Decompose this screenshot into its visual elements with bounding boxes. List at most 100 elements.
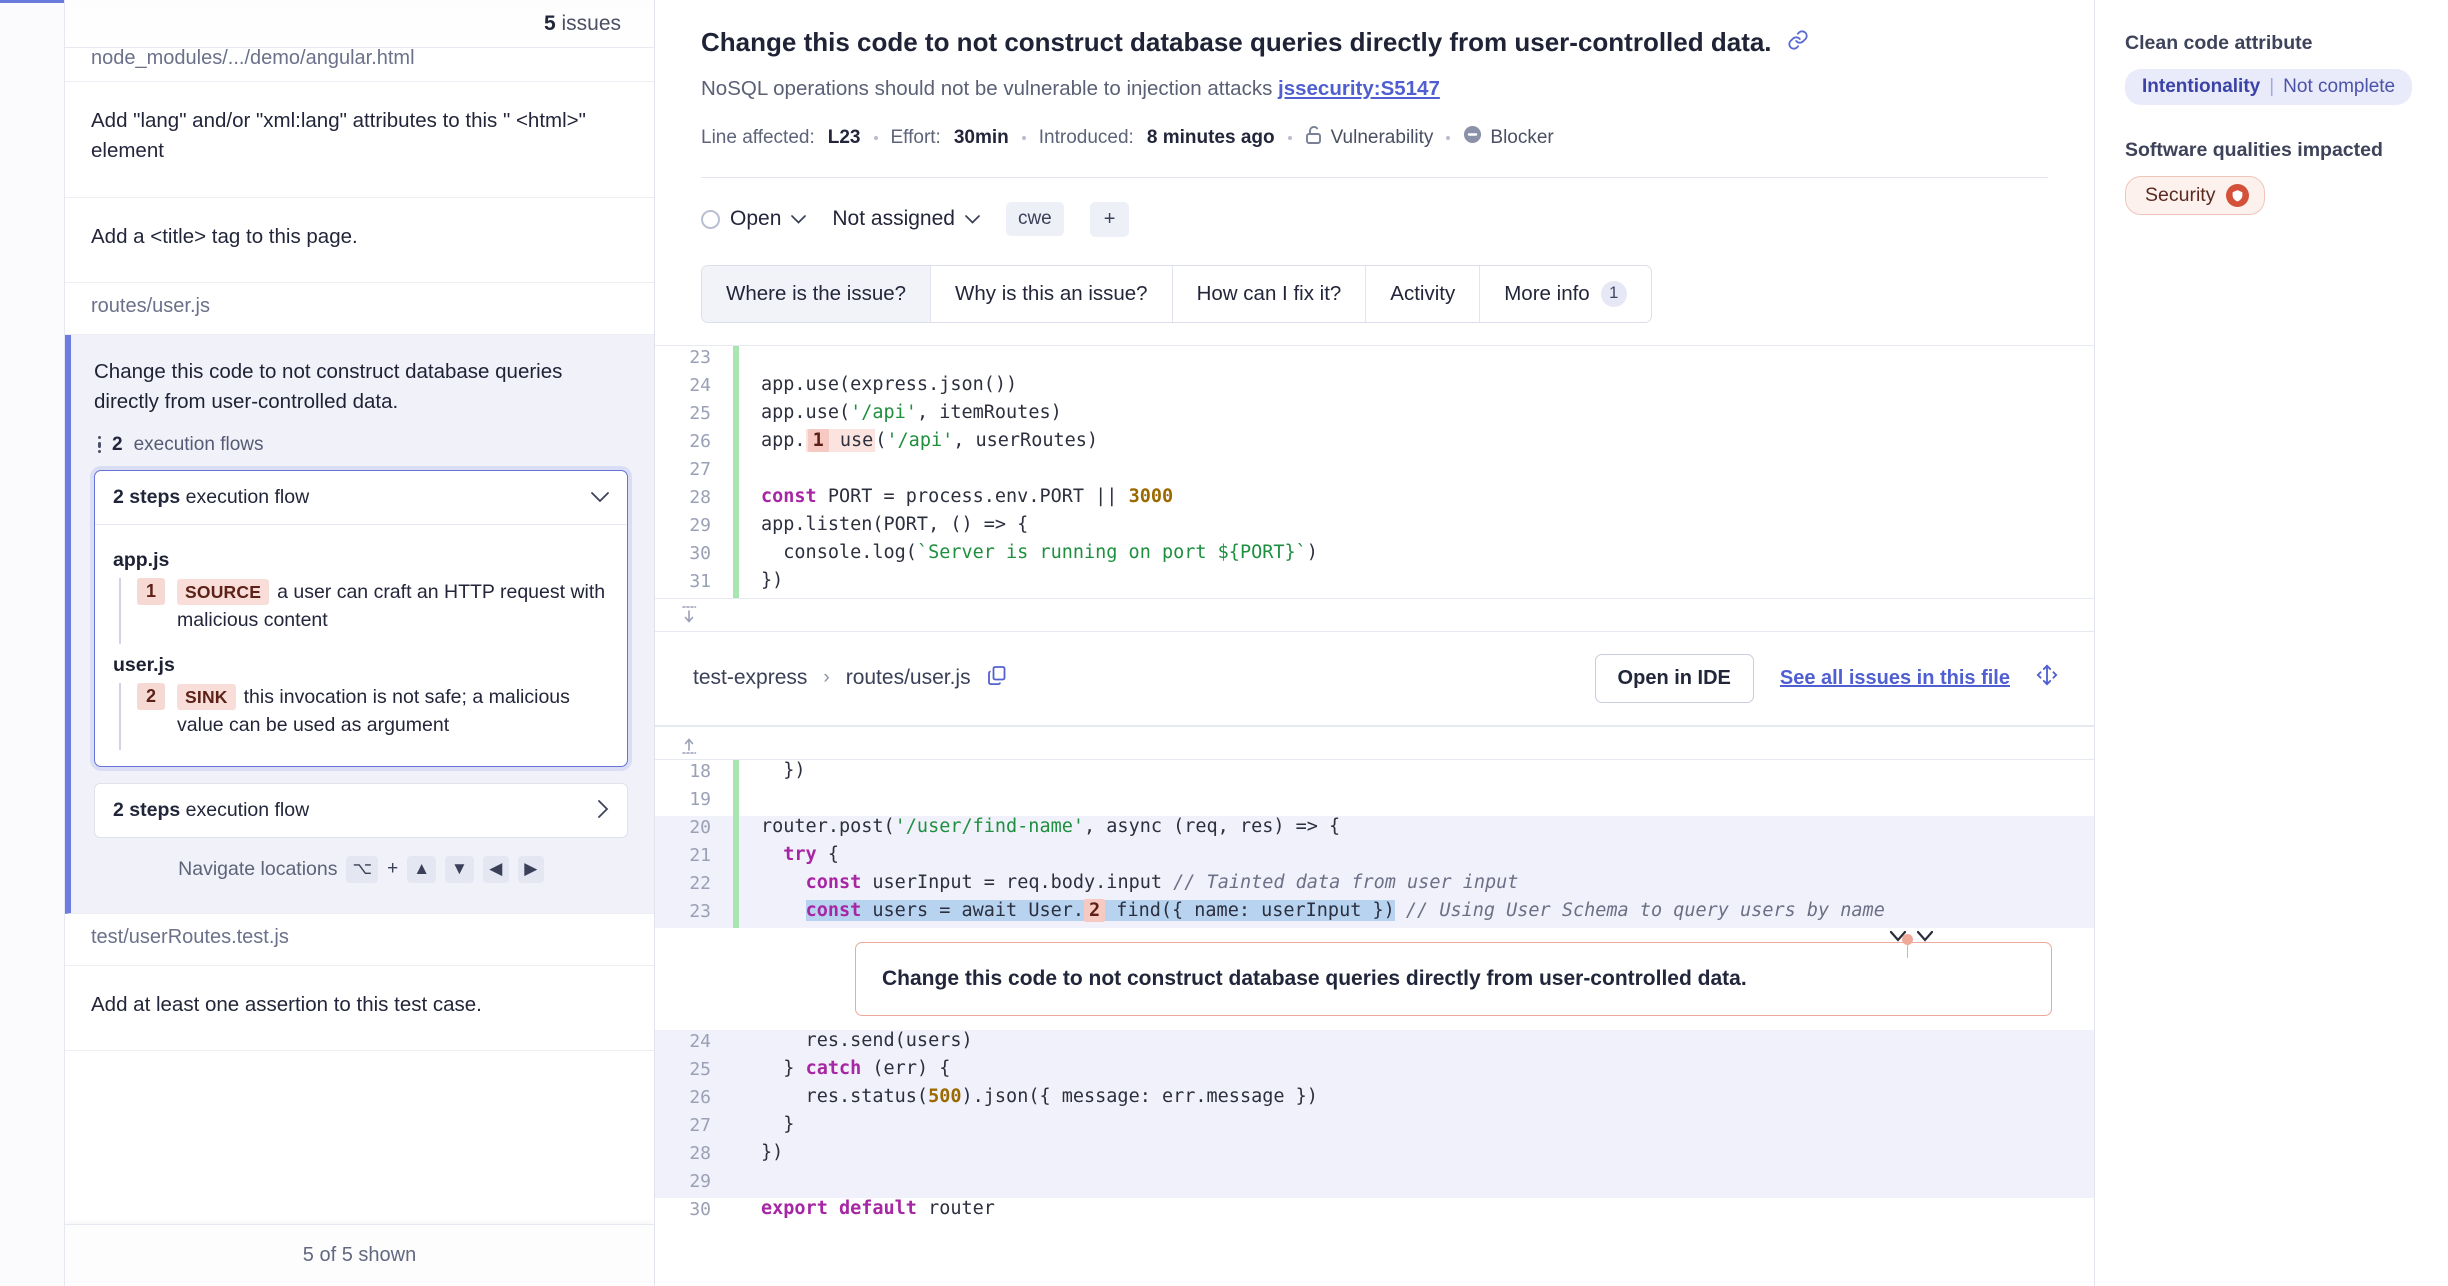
- expand-all-icon[interactable]: [2036, 664, 2058, 692]
- flow-label: execution flow: [185, 485, 310, 508]
- arrow-down-key[interactable]: ▼: [445, 855, 474, 883]
- see-all-issues-link[interactable]: See all issues in this file: [1780, 667, 2010, 690]
- issue-severity: Blocker: [1463, 125, 1554, 150]
- code-line-number: 23: [689, 346, 711, 368]
- code-line-content: }): [761, 1141, 784, 1163]
- code-line-number: 28: [689, 1142, 711, 1164]
- tag-chip-cwe[interactable]: cwe: [1005, 202, 1064, 237]
- file-header-actions: Open in IDE See all issues in this file: [1594, 653, 2058, 703]
- execution-flow-toggle-2[interactable]: 2 steps execution flow: [95, 784, 627, 837]
- issue-message: Add a <title> tag to this page.: [91, 224, 358, 248]
- chevron-down-icon: [591, 489, 609, 506]
- flow-step[interactable]: 2 SINK this invocation is not safe; a mal…: [119, 683, 609, 750]
- flow-steps-count: 2 steps: [113, 485, 181, 508]
- add-tag-button[interactable]: +: [1089, 201, 1130, 237]
- attribute-value: Not complete: [2283, 76, 2396, 97]
- introduced-label: Introduced:: [1038, 126, 1134, 148]
- chevron-right-icon: [598, 799, 609, 821]
- open-in-ide-button[interactable]: Open in IDE: [1594, 653, 1754, 703]
- breadcrumb-project[interactable]: test-express: [693, 666, 807, 690]
- code-line: 23: [655, 345, 2094, 374]
- tab-label: Why is this an issue?: [955, 281, 1148, 305]
- copy-icon[interactable]: [987, 665, 1007, 692]
- tab-why-is-this-an-issue[interactable]: Why is this an issue?: [931, 265, 1173, 322]
- code-line-content: }): [761, 569, 784, 591]
- tab-label: Where is the issue?: [726, 281, 907, 305]
- code-line: 29 app.listen(PORT, () => {: [655, 513, 2094, 542]
- issue-tabs: Where is the issue? Why is this an issue…: [701, 264, 1652, 323]
- assignee-dropdown[interactable]: Not assigned: [832, 207, 980, 231]
- line-affected-value: L23: [827, 126, 861, 148]
- list-item[interactable]: Add "lang" and/or "xml:lang" attributes …: [65, 82, 654, 198]
- code-line-content: console.log(`Server is running on port $…: [761, 541, 1318, 563]
- breadcrumb-separator: ›: [823, 667, 830, 689]
- code-line-content: [739, 458, 2094, 479]
- flow-step-number: 2: [137, 683, 166, 711]
- breadcrumb-path[interactable]: routes/user.js: [846, 666, 971, 690]
- issues-count-label: issues: [561, 11, 621, 35]
- tab-badge-count: 1: [1600, 280, 1627, 307]
- arrow-up-key[interactable]: ▲: [407, 855, 437, 883]
- assignee-label: Not assigned: [832, 207, 955, 231]
- permalink-icon[interactable]: [1787, 29, 1809, 59]
- code-line-number: 29: [689, 514, 711, 536]
- arrow-right-key[interactable]: ▶: [517, 855, 544, 883]
- execution-flow-card-collapsed[interactable]: 2 steps execution flow: [94, 782, 628, 838]
- flow-step[interactable]: 1 SOURCE a user can craft an HTTP request…: [119, 577, 609, 645]
- execution-flows-summary[interactable]: 2 execution flows: [94, 434, 628, 456]
- list-item[interactable]: Add at least one assertion to this test …: [65, 966, 654, 1052]
- meta-separator: [1446, 135, 1451, 140]
- rule-description: NoSQL operations should not be vulnerabl…: [701, 77, 2048, 101]
- code-line-number: 31: [689, 570, 711, 592]
- arrow-left-key[interactable]: ◀: [482, 855, 509, 883]
- code-line-content: }): [761, 759, 806, 781]
- code-line-content: }: [761, 1113, 795, 1135]
- tab-label: How can I fix it?: [1196, 281, 1342, 305]
- tab-more-info[interactable]: More info 1: [1480, 266, 1650, 322]
- code-line: 27 }: [655, 1113, 2094, 1142]
- issue-attributes-rail: Clean code attribute Intentionality | No…: [2094, 0, 2448, 1286]
- issue-callout-wrap: Change this code to not construct databa…: [655, 930, 2094, 1016]
- flow-step-text: SOURCE a user can craft an HTTP request w…: [177, 578, 609, 635]
- code-line: 30 export default router: [655, 1198, 2094, 1226]
- line-affected-label: Line affected:: [701, 126, 815, 148]
- flow-step-tag: SINK: [177, 684, 236, 711]
- tab-activity[interactable]: Activity: [1366, 265, 1481, 322]
- list-item-selected[interactable]: Change this code to not construct databa…: [65, 334, 654, 914]
- flow-step-text: SINK this invocation is not safe; a malic…: [177, 683, 609, 740]
- sidebar-file-node-modules[interactable]: node_modules/.../demo/angular.html: [65, 48, 654, 82]
- meta-separator: [1287, 135, 1292, 140]
- code-line-number: 26: [689, 1086, 711, 1108]
- sidebar-file-routes-user[interactable]: routes/user.js: [65, 283, 654, 335]
- flow-step-tag: SOURCE: [177, 578, 270, 605]
- tab-where-is-the-issue[interactable]: Where is the issue?: [702, 265, 932, 322]
- list-item[interactable]: Add a <title> tag to this page.: [65, 198, 654, 283]
- execution-flow-toggle[interactable]: 2 steps execution flow: [95, 471, 627, 525]
- code-line-number: 30: [689, 542, 711, 564]
- code-line-content: [739, 788, 2094, 809]
- clean-code-attribute-chip[interactable]: Intentionality | Not complete: [2125, 69, 2413, 105]
- code-line: 31}): [655, 569, 2094, 598]
- code-line-content: const userInput = req.body.input // Tain…: [805, 871, 1519, 893]
- code-line-content: [739, 346, 2094, 367]
- flows-count: 2: [112, 433, 123, 455]
- issues-count-number: 5: [543, 11, 556, 35]
- chevron-down-icon: [965, 211, 980, 228]
- sidebar-file-test-userroutes[interactable]: test/userRoutes.test.js: [65, 914, 654, 966]
- status-dropdown[interactable]: Open: [701, 207, 807, 231]
- issue-header: Change this code to not construct databa…: [655, 0, 2094, 323]
- rule-key-link[interactable]: jssecurity:S5147: [1278, 77, 1440, 100]
- issue-type: Vulnerability: [1305, 125, 1433, 151]
- quality-chip-security[interactable]: Security: [2125, 176, 2266, 215]
- code-line: 30 console.log(`Server is running on por…: [655, 541, 2094, 570]
- expand-lines-down[interactable]: [655, 597, 2094, 632]
- code-line: 21 try {: [655, 843, 2094, 872]
- code-line: 25 app.use('/api', itemRoutes): [655, 401, 2094, 430]
- blocker-icon: [1463, 125, 1482, 150]
- code-line-number: 20: [689, 816, 711, 838]
- code-line: 23 const users = await User. 2 find({ nam…: [655, 898, 2094, 928]
- gutter-accent-line: [0, 0, 64, 3]
- tab-how-can-i-fix-it[interactable]: How can I fix it?: [1173, 265, 1367, 322]
- code-line: 24 app.use(express.json()): [655, 373, 2094, 402]
- expand-lines-up[interactable]: [655, 725, 2094, 760]
